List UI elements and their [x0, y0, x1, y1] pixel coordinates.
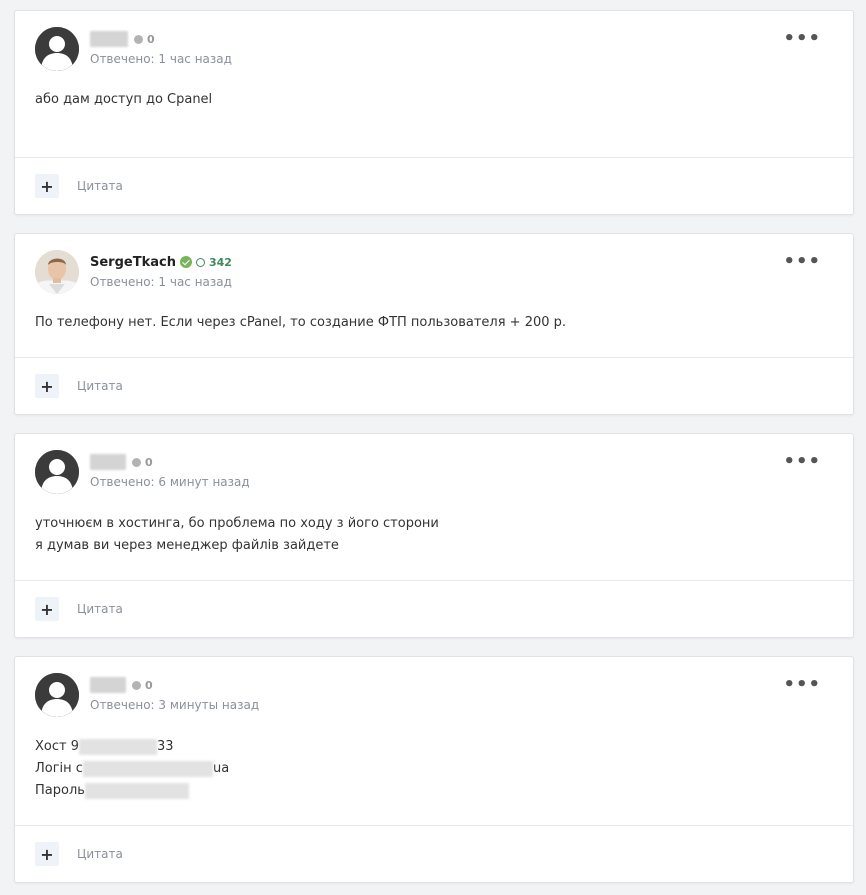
author-name[interactable]: [90, 31, 128, 47]
avatar[interactable]: [35, 450, 79, 494]
default-user-icon: [35, 673, 79, 717]
post-timestamp: Отвечено: 1 час назад: [90, 52, 232, 66]
reputation-count: 0: [147, 32, 155, 46]
post-footer: + Цитата: [15, 580, 853, 637]
post-text-line: По телефону нет. Если через cPanel, то с…: [35, 315, 567, 330]
author-name[interactable]: SergeTkach: [90, 255, 176, 270]
post-text-line: уточнюєм в хостинга, бо проблема по ходу…: [35, 516, 439, 531]
quote-button[interactable]: Цитата: [77, 602, 123, 616]
post-header: SergeTkach 342 Отвечено: 1 час назад •••: [15, 234, 853, 296]
post-header: 0 Отвечено: 3 минуты назад •••: [15, 657, 853, 719]
post-footer: + Цитата: [15, 357, 853, 414]
reputation-neutral-icon: [134, 34, 143, 44]
avatar[interactable]: [35, 250, 79, 294]
post-content: По телефону нет. Если через cPanel, то с…: [15, 296, 853, 334]
more-options-icon[interactable]: •••: [783, 30, 821, 48]
password-label: Пароль: [35, 783, 85, 798]
reputation-count: 0: [145, 455, 153, 469]
quote-button[interactable]: Цитата: [77, 179, 123, 193]
post-timestamp: Отвечено: 3 минуты назад: [90, 698, 260, 712]
author-line: 0: [90, 30, 155, 48]
post-timestamp: Отвечено: 6 минут назад: [90, 475, 250, 489]
post-card: SergeTkach 342 Отвечено: 1 час назад •••…: [14, 233, 854, 415]
avatar[interactable]: [35, 673, 79, 717]
avatar[interactable]: [35, 27, 79, 71]
author-name[interactable]: [90, 454, 126, 470]
post-card: 0 Отвечено: 1 час назад ••• або дам дост…: [14, 10, 854, 215]
default-user-icon: [35, 450, 79, 494]
post-card: 0 Отвечено: 6 минут назад ••• уточнюєм в…: [14, 433, 854, 638]
reputation-neutral-icon: [132, 680, 141, 690]
reputation-count: 342: [208, 255, 232, 269]
post-timestamp: Отвечено: 1 час назад: [90, 275, 232, 289]
login-suffix: ua: [212, 761, 230, 776]
verified-check-icon: [179, 256, 192, 268]
reputation-neutral-icon: [132, 457, 141, 467]
reputation-count: 0: [145, 678, 153, 692]
user-photo-icon: [35, 250, 79, 294]
multiquote-plus-button[interactable]: +: [35, 174, 59, 198]
multiquote-plus-button[interactable]: +: [35, 842, 59, 866]
post-footer: + Цитата: [15, 157, 853, 214]
quote-button[interactable]: Цитата: [77, 379, 123, 393]
login-label: Логін c: [35, 761, 83, 776]
redacted-text: [82, 760, 213, 777]
author-line: 0: [90, 676, 153, 694]
default-user-icon: [35, 27, 79, 71]
post-footer: + Цитата: [15, 825, 853, 882]
more-options-icon[interactable]: •••: [783, 676, 821, 694]
post-text-line: я думав ви через менеджер файлів зайдете: [35, 538, 339, 553]
author-line: 0: [90, 453, 153, 471]
post-text-line: Хост 9 33: [35, 736, 833, 758]
redacted-text: [78, 738, 157, 755]
post-content: або дам доступ до Cpanel: [15, 73, 853, 111]
more-options-icon[interactable]: •••: [783, 253, 821, 271]
multiquote-plus-button[interactable]: +: [35, 374, 59, 398]
redacted-text: [84, 782, 189, 799]
post-text-line: Логін c ua: [35, 758, 833, 780]
multiquote-plus-button[interactable]: +: [35, 597, 59, 621]
post-content: уточнюєм в хостинга, бо проблема по ходу…: [15, 496, 853, 557]
post-header: 0 Отвечено: 1 час назад •••: [15, 11, 853, 73]
post-content: Хост 9 33 Логін c ua Пароль: [15, 719, 853, 802]
post-text-line: Пароль: [35, 780, 833, 802]
quote-button[interactable]: Цитата: [77, 847, 123, 861]
post-text-line: або дам доступ до Cpanel: [35, 92, 213, 107]
post-card: 0 Отвечено: 3 минуты назад ••• Хост 9 33 …: [14, 656, 854, 883]
reputation-positive-icon: [195, 257, 205, 267]
author-line: SergeTkach 342: [90, 253, 232, 271]
host-suffix: 33: [156, 739, 174, 754]
host-label: Хост 9: [35, 739, 79, 754]
author-name[interactable]: [90, 677, 126, 693]
post-header: 0 Отвечено: 6 минут назад •••: [15, 434, 853, 496]
more-options-icon[interactable]: •••: [783, 453, 821, 471]
